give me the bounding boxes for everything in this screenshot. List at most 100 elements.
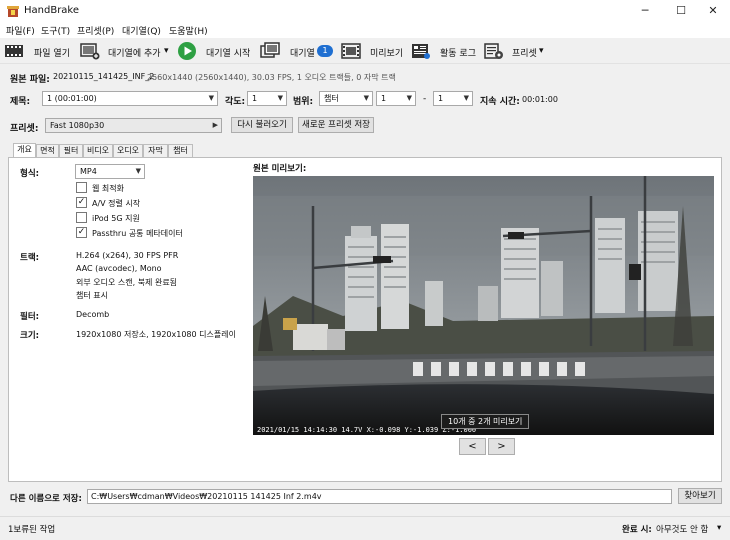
play-icon (178, 42, 196, 60)
range-label: 범위: (293, 97, 314, 107)
tab-video[interactable]: 비디오 (83, 144, 113, 157)
preset-label: 프리셋: (10, 124, 39, 134)
next-preview-button[interactable]: > (488, 438, 515, 455)
chevron-down-icon: ▼ (463, 94, 469, 102)
web-optimized-checkbox[interactable] (76, 182, 87, 193)
queue-button[interactable]: 대기열 1 (258, 38, 336, 64)
source-label: 원본 파일: (10, 75, 50, 85)
add-to-queue-button[interactable]: 대기열에 추가 ▾ (78, 38, 174, 64)
ipod-5g-checkbox[interactable] (76, 212, 87, 223)
status-bar: 1보류된 작업 완료 시: 아무것도 안 함 ▾ (0, 516, 730, 540)
destination-path-input[interactable]: C:₩Users₩cdman₩Videos₩20210115 141425 In… (87, 489, 672, 504)
preview-film-icon (341, 43, 361, 59)
activity-log-label: 활동 로그 (440, 49, 476, 59)
chevron-right-icon: ▶ (212, 121, 218, 129)
menu-presets[interactable]: 프리셋(P) (77, 24, 114, 37)
dashcam-frame (253, 176, 714, 435)
range-separator: - (423, 94, 427, 104)
presets-button[interactable]: 프리셋 ▾ (482, 38, 548, 64)
close-button[interactable]: ✕ (696, 0, 730, 22)
window-title: HandBrake (24, 5, 80, 16)
chevron-down-icon[interactable]: ▾ (717, 523, 721, 533)
save-as-label: 다른 이름으로 저장: (10, 494, 82, 504)
range-type-value: 챕터 (324, 94, 339, 103)
angle-select-value: 1 (252, 94, 258, 103)
when-done-label: 완료 시: (622, 525, 652, 535)
preview-count-overlay: 10개 중 2개 미리보기 (441, 414, 530, 429)
chevron-down-icon: ▼ (406, 94, 412, 102)
pending-jobs-status: 1보류된 작업 (8, 525, 56, 535)
reload-preset-button[interactable]: 다시 불러오기 (231, 117, 293, 133)
preview-button[interactable]: 미리보기 (339, 38, 405, 64)
menu-help[interactable]: 도움말(H) (169, 24, 208, 37)
passthru-metadata-label: Passthru 공통 메타데이터 (92, 229, 183, 238)
queue-label: 대기열 (290, 49, 315, 59)
duration-value: 00:01:00 (522, 95, 558, 104)
range-end-value: 1 (438, 94, 444, 103)
format-select[interactable]: MP4 ▼ (75, 164, 145, 179)
tab-summary[interactable]: 개요 (13, 143, 36, 157)
minimize-button[interactable]: ─ (628, 0, 662, 22)
format-value: MP4 (80, 167, 97, 176)
align-av-checkbox[interactable]: ✓ (76, 197, 87, 208)
queue-count-badge: 1 (317, 45, 333, 57)
passthru-metadata-checkbox[interactable]: ✓ (76, 227, 87, 238)
presets-gear-icon (484, 43, 503, 59)
tab-filters[interactable]: 필터 (59, 144, 83, 157)
range-end-select[interactable]: 1 ▼ (433, 91, 473, 106)
title-select-value: 1 (00:01:00) (47, 94, 97, 103)
title-bar: HandBrake ─ ☐ ✕ (0, 0, 730, 22)
tracks-label: 트랙: (20, 253, 40, 263)
film-strip-icon (5, 45, 23, 57)
activity-log-icon (412, 44, 430, 59)
angle-select[interactable]: 1 ▼ (247, 91, 287, 106)
filters-label: 필터: (20, 312, 40, 322)
chevron-down-icon[interactable]: ▾ (539, 46, 544, 56)
save-new-preset-button[interactable]: 새로운 프리셋 저장 (298, 117, 374, 133)
size-label: 크기: (20, 331, 40, 341)
tab-audio[interactable]: 오디오 (113, 144, 143, 157)
chevron-down-icon[interactable]: ▾ (164, 46, 169, 56)
preset-selector[interactable]: Fast 1080p30 ▶ (45, 118, 222, 133)
presets-label: 프리셋 (512, 49, 537, 59)
ipod-5g-label: iPod 5G 지원 (92, 214, 140, 223)
preset-value: Fast 1080p30 (50, 121, 105, 130)
range-start-select[interactable]: 1 ▼ (376, 91, 416, 106)
chevron-down-icon: ▼ (277, 94, 283, 102)
queue-icon (260, 42, 280, 58)
chevron-down-icon: ▼ (135, 167, 141, 175)
angle-label: 각도: (225, 97, 246, 107)
menu-queue[interactable]: 대기열(Q) (122, 24, 161, 37)
track-chapters: 챕터 표시 (76, 291, 108, 300)
previous-preview-button[interactable]: < (459, 438, 486, 455)
track-video: H.264 (x264), 30 FPS PFR (76, 251, 179, 260)
title-select[interactable]: 1 (00:01:00) ▼ (42, 91, 218, 106)
tab-subtitles[interactable]: 자막 (143, 144, 168, 157)
open-source-button[interactable]: 파일 열기 (2, 38, 72, 64)
maximize-button[interactable]: ☐ (664, 0, 698, 22)
menu-tools[interactable]: 도구(T) (41, 24, 70, 37)
start-queue-button[interactable]: 대기열 시작 (176, 38, 254, 64)
browse-button[interactable]: 찾아보기 (678, 488, 722, 504)
size-value: 1920x1080 저장소, 1920x1080 디스플레이 (76, 330, 236, 339)
when-done-value[interactable]: 아무것도 안 함 (656, 523, 708, 535)
title-label: 제목: (10, 97, 31, 107)
tab-dimensions[interactable]: 면적 (36, 144, 59, 157)
range-start-value: 1 (381, 94, 387, 103)
menu-file[interactable]: 파일(F) (6, 24, 35, 37)
open-source-label: 파일 열기 (34, 49, 70, 59)
toolbar: 파일 열기 대기열에 추가 ▾ 대기열 시작 대기열 1 미리보기 활동 로그 … (0, 38, 730, 64)
source-name: 20210115_141425_INF_2 (53, 72, 155, 81)
handbrake-logo-icon (7, 6, 19, 17)
preview-heading: 원본 미리보기: (253, 164, 307, 174)
source-preview-image: 2021/01/15 14:14:30 14.7V X:-0.098 Y:-1.… (253, 176, 714, 435)
tab-chapters[interactable]: 챕터 (168, 144, 193, 157)
range-type-select[interactable]: 챕터 ▼ (319, 91, 373, 106)
activity-log-button[interactable]: 활동 로그 (409, 38, 477, 64)
duration-label: 지속 시간: (480, 97, 520, 107)
track-foreign-audio: 외부 오디오 스캔, 북제 완료됨 (76, 278, 178, 287)
menu-bar: 파일(F) 도구(T) 프리셋(P) 대기열(Q) 도움말(H) (0, 22, 730, 38)
align-av-label: A/V 정렬 시작 (92, 199, 141, 208)
add-queue-icon (80, 43, 100, 60)
add-to-queue-label: 대기열에 추가 (108, 49, 161, 59)
